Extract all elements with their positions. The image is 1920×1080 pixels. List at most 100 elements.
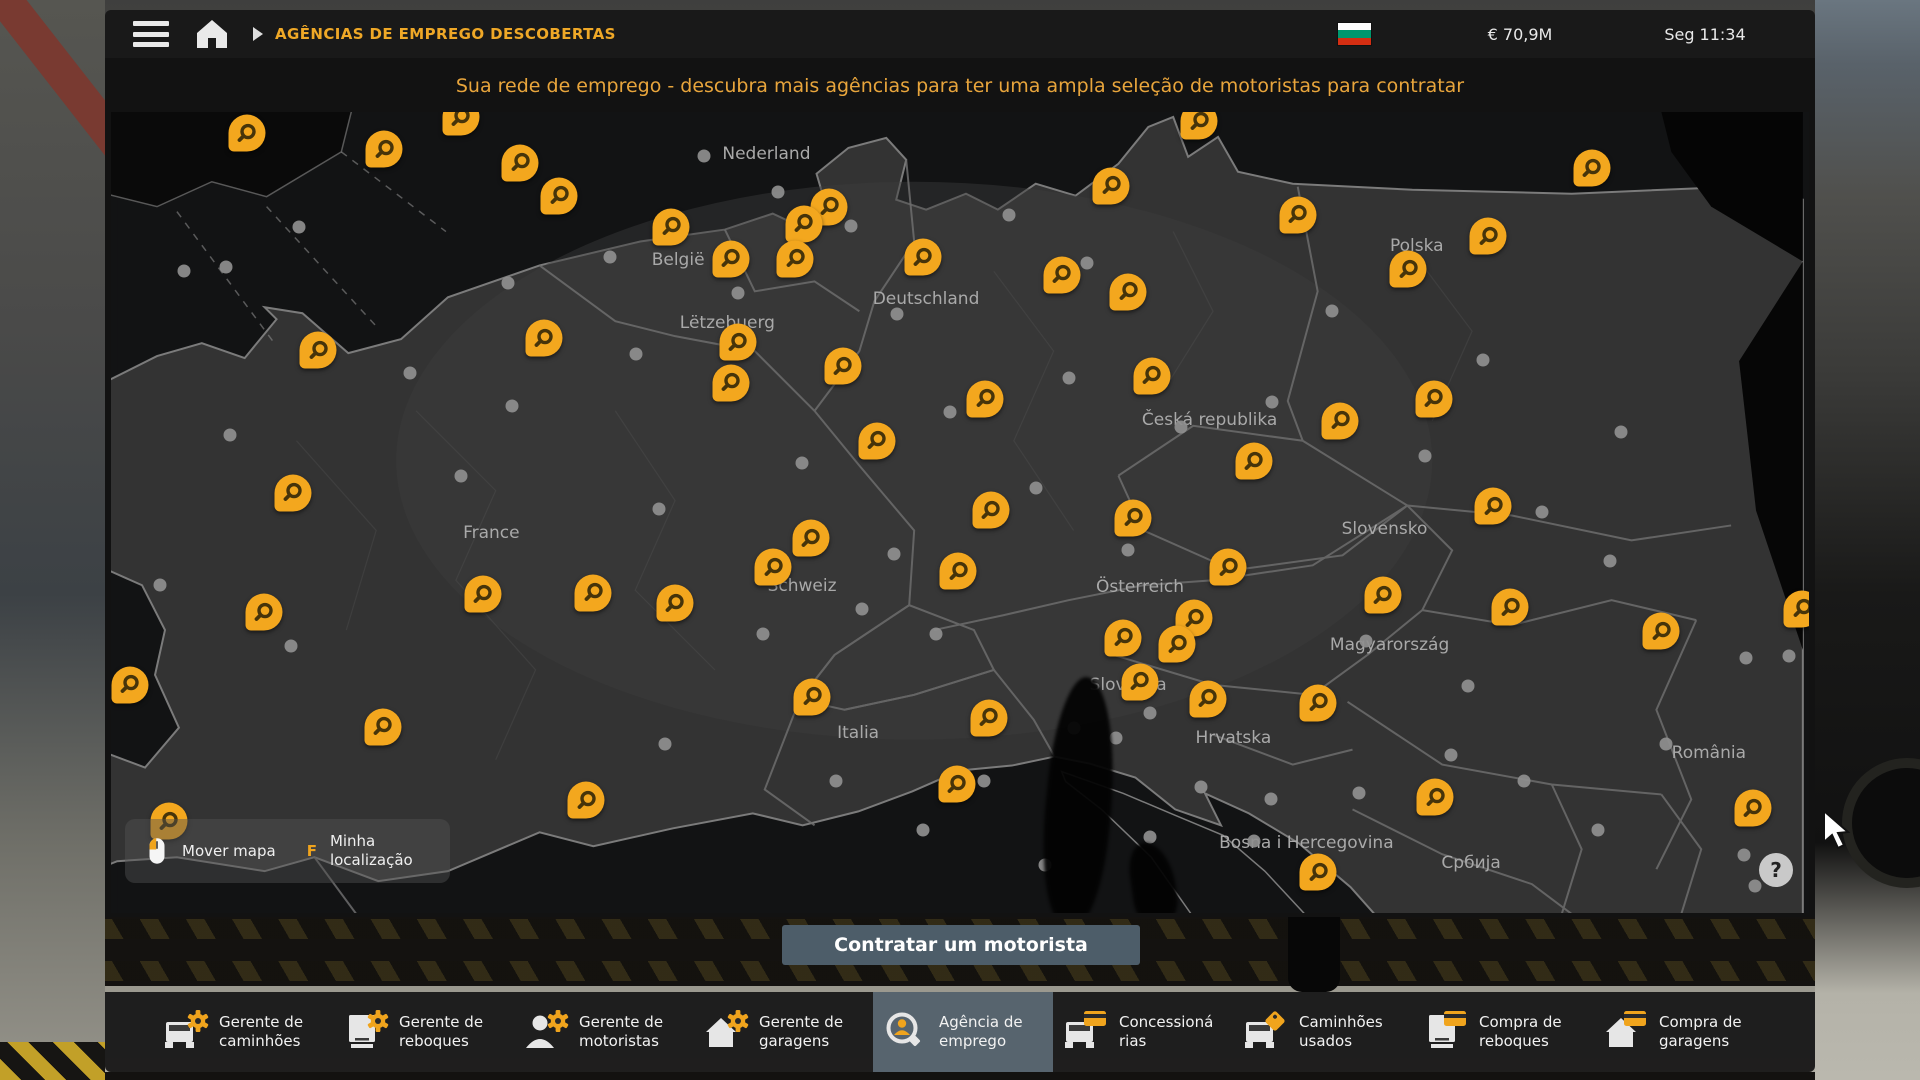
agency-pin[interactable] [712, 240, 749, 277]
agency-pin[interactable] [1115, 499, 1152, 536]
agency-pin[interactable] [300, 332, 337, 369]
undiscovered-location-dot [1660, 737, 1673, 750]
agency-pin[interactable] [858, 422, 895, 459]
agency-pin[interactable] [777, 240, 814, 277]
agency-pin[interactable] [970, 699, 1007, 736]
menu-icon[interactable] [133, 21, 169, 47]
tab-compra-de-reboques[interactable]: Compra dereboques [1413, 992, 1593, 1072]
hire-driver-button[interactable]: Contratar um motorista [782, 925, 1140, 965]
agency-pin[interactable] [575, 574, 612, 611]
help-button[interactable]: ? [1759, 853, 1793, 887]
agency-pin[interactable] [792, 520, 829, 557]
flag-stripe [1338, 30, 1371, 37]
floor-shadow [105, 1072, 1815, 1080]
agency-pin[interactable] [1105, 619, 1142, 656]
agency-pin[interactable] [228, 115, 265, 152]
tab-ag-ncia-de-emprego[interactable]: Agência deemprego [873, 992, 1053, 1072]
tab-gerente-de-motoristas[interactable]: Gerente demotoristas [513, 992, 693, 1072]
magnifier-icon [507, 150, 533, 176]
agency-pin[interactable] [712, 364, 749, 401]
agency-pin[interactable] [1784, 590, 1809, 627]
tab-gerente-de-caminh-es[interactable]: Gerente decaminhões [153, 992, 333, 1072]
agency-pin[interactable] [1734, 790, 1771, 827]
agency-pin[interactable] [1043, 256, 1080, 293]
agency-pin[interactable] [967, 380, 1004, 417]
agency-pin[interactable] [1300, 854, 1337, 891]
agency-pin[interactable] [1417, 779, 1454, 816]
undiscovered-location-dot [1062, 371, 1075, 384]
agency-pin[interactable] [1300, 684, 1337, 721]
truck-mirror-silhouette [1288, 917, 1340, 992]
agency-pin[interactable] [525, 320, 562, 357]
agency-pin[interactable] [502, 144, 539, 181]
agency-pin[interactable] [1643, 613, 1680, 650]
undiscovered-location-dot [757, 628, 770, 641]
agency-pin[interactable] [824, 348, 861, 385]
agency-pin[interactable] [1093, 167, 1130, 204]
agency-pin[interactable] [755, 549, 792, 586]
magnifier-icon [1395, 256, 1421, 282]
magnifier-icon [978, 497, 1004, 523]
agency-pin[interactable] [1475, 488, 1512, 525]
agency-pin[interactable] [111, 666, 148, 703]
move-map-label: Mover mapa [182, 842, 276, 860]
magnifier-icon [1164, 631, 1190, 657]
undiscovered-location-dot [454, 469, 467, 482]
undiscovered-location-dot [223, 428, 236, 441]
agency-pin[interactable] [1133, 357, 1170, 394]
agency-pin[interactable] [1390, 251, 1427, 288]
agency-pin[interactable] [938, 766, 975, 803]
flag-stripe [1338, 23, 1371, 30]
agency-pin[interactable] [1573, 150, 1610, 187]
undiscovered-location-dot [1614, 426, 1627, 439]
tab-compra-de-garagens[interactable]: Compra degaragens [1593, 992, 1773, 1072]
agency-pin[interactable] [940, 553, 977, 590]
agency-pin[interactable] [656, 585, 693, 622]
agency-pin[interactable] [653, 208, 690, 245]
agency-pin[interactable] [1364, 577, 1401, 614]
agency-pin[interactable] [1189, 680, 1226, 717]
undiscovered-location-dot [505, 399, 518, 412]
agency-pin[interactable] [719, 324, 756, 361]
agency-pin[interactable] [1235, 443, 1272, 480]
agency-pin[interactable] [1159, 626, 1196, 663]
agency-pin[interactable] [1415, 380, 1452, 417]
tab-concession-rias[interactable]: Concessionárias [1053, 992, 1233, 1072]
agency-pin[interactable] [274, 474, 311, 511]
home-icon[interactable] [195, 19, 229, 49]
agency-pin[interactable] [1322, 402, 1359, 439]
agency-pin[interactable] [245, 594, 282, 631]
magnifier-icon [910, 244, 936, 270]
agency-pin[interactable] [794, 678, 831, 715]
undiscovered-location-dot [1264, 793, 1277, 806]
agency-pin[interactable] [366, 131, 403, 168]
tab-gerente-de-reboques[interactable]: Gerente dereboques [333, 992, 513, 1072]
magnifier-icon [760, 554, 786, 580]
magnifier-icon [1648, 618, 1674, 644]
agency-pin[interactable] [904, 239, 941, 276]
agency-pin[interactable] [541, 177, 578, 214]
europe-map[interactable]: NederlandBelgiëLëtzebuergDeutschlandPols… [111, 112, 1809, 913]
undiscovered-location-dot [1740, 652, 1753, 665]
agency-pin[interactable] [1470, 218, 1507, 255]
agency-pin[interactable] [972, 492, 1009, 529]
tab-caminh-es-usados[interactable]: Caminhõesusados [1233, 992, 1413, 1072]
tab-label: Caminhõesusados [1299, 1013, 1383, 1052]
agency-pin[interactable] [364, 708, 401, 745]
agency-pin[interactable] [464, 576, 501, 613]
agency-pin[interactable] [1279, 196, 1316, 233]
tab-gerente-de-garagens[interactable]: Gerente degaragens [693, 992, 873, 1072]
agency-pin[interactable] [568, 782, 605, 819]
magnifier-icon [234, 120, 260, 146]
magnifier-icon [448, 112, 474, 130]
magnifier-icon [305, 337, 331, 363]
magnifier-icon [1422, 784, 1448, 810]
agency-pin[interactable] [1492, 589, 1529, 626]
magnifier-icon [1497, 594, 1523, 620]
agency-pin[interactable] [1210, 549, 1247, 586]
magnifier-icon [117, 672, 143, 698]
agency-pin[interactable] [785, 205, 822, 242]
agency-pin[interactable] [1110, 273, 1147, 310]
agency-pin[interactable] [1121, 663, 1158, 700]
undiscovered-location-dot [403, 367, 416, 380]
